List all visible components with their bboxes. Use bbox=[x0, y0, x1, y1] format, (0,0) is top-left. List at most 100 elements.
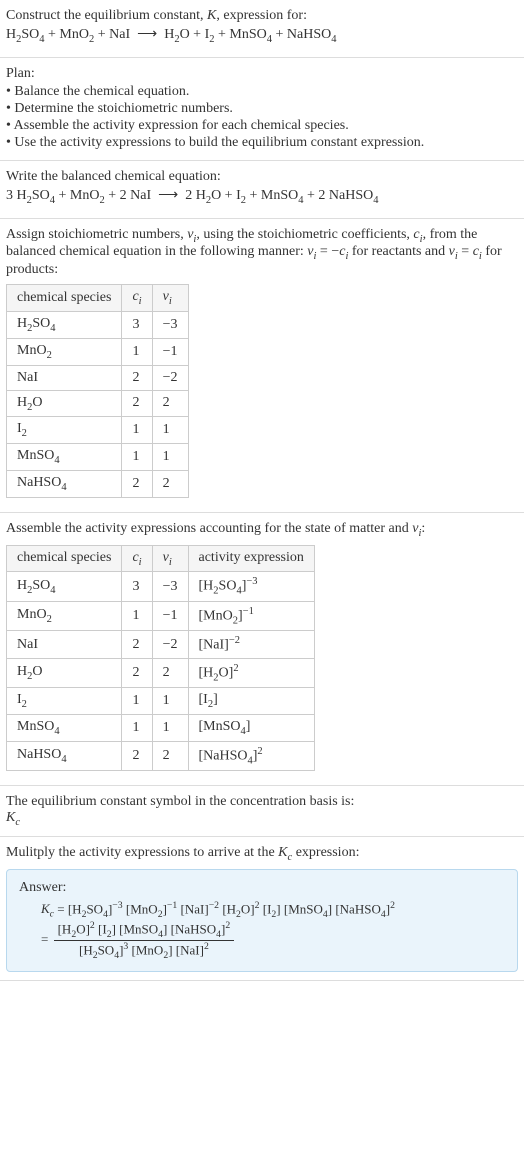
unbalanced-equation: H2SO4 + MnO2 + NaI ⟶ H2O + I2 + MnSO4 + … bbox=[6, 26, 518, 45]
kc-symbol-section: The equilibrium constant symbol in the c… bbox=[0, 786, 524, 837]
cell: 3 bbox=[122, 311, 152, 338]
cell: H2O bbox=[7, 658, 122, 687]
cell: −1 bbox=[152, 601, 188, 630]
cell: 1 bbox=[122, 417, 152, 444]
cell: 1 bbox=[152, 715, 188, 742]
prompt-text: Construct the equilibrium constant, K, e… bbox=[6, 8, 518, 24]
cell: 2 bbox=[122, 631, 152, 659]
stoich-section: Assign stoichiometric numbers, νi, using… bbox=[0, 219, 524, 513]
plan-item: • Assemble the activity expression for e… bbox=[6, 118, 518, 134]
cell: 2 bbox=[122, 741, 152, 770]
col-header: chemical species bbox=[7, 285, 122, 312]
cell: 2 bbox=[152, 741, 188, 770]
cell: 1 bbox=[122, 444, 152, 471]
table-row: I211 bbox=[7, 417, 189, 444]
cell: [MnO2]−1 bbox=[188, 601, 314, 630]
table-row: NaHSO422[NaHSO4]2 bbox=[7, 741, 315, 770]
cell: H2SO4 bbox=[7, 572, 122, 601]
kc-expression-flat: Kc = [H2SO4]−3 [MnO2]−1 [NaI]−2 [H2O]2 [… bbox=[41, 900, 505, 920]
cell: 1 bbox=[152, 444, 188, 471]
cell: 2 bbox=[152, 390, 188, 417]
cell: −2 bbox=[152, 631, 188, 659]
cell: NaHSO4 bbox=[7, 741, 122, 770]
cell: 2 bbox=[152, 470, 188, 497]
table-row: H2O22[H2O]2 bbox=[7, 658, 315, 687]
table-row: H2SO43−3[H2SO4]−3 bbox=[7, 572, 315, 601]
cell: MnSO4 bbox=[7, 444, 122, 471]
cell: 2 bbox=[152, 658, 188, 687]
col-header: νi bbox=[152, 545, 188, 572]
plan-list: • Balance the chemical equation. • Deter… bbox=[6, 84, 518, 151]
cell: MnSO4 bbox=[7, 715, 122, 742]
cell: NaI bbox=[7, 631, 122, 659]
kc-expression-fraction: = [H2O]2 [I2] [MnSO4] [NaHSO4]2 [H2SO4]3… bbox=[41, 920, 505, 961]
cell: 2 bbox=[122, 365, 152, 390]
plan-title: Plan: bbox=[6, 66, 518, 82]
fraction-numerator: [H2O]2 [I2] [MnSO4] [NaHSO4]2 bbox=[54, 920, 235, 941]
balanced-equation: 3 H2SO4 + MnO2 + 2 NaI ⟶ 2 H2O + I2 + Mn… bbox=[6, 187, 518, 206]
cell: [NaI]−2 bbox=[188, 631, 314, 659]
stoich-intro: Assign stoichiometric numbers, νi, using… bbox=[6, 227, 518, 279]
balanced-eq-label: Write the balanced chemical equation: bbox=[6, 169, 518, 185]
fraction-denominator: [H2SO4]3 [MnO2] [NaI]2 bbox=[54, 941, 235, 961]
activity-section: Assemble the activity expressions accoun… bbox=[0, 513, 524, 787]
col-header: activity expression bbox=[188, 545, 314, 572]
cell: [MnSO4] bbox=[188, 715, 314, 742]
table-row: MnSO411 bbox=[7, 444, 189, 471]
stoich-table: chemical species ci νi H2SO43−3 MnO21−1 … bbox=[6, 284, 189, 498]
table-row: NaHSO422 bbox=[7, 470, 189, 497]
prompt-section: Construct the equilibrium constant, K, e… bbox=[0, 0, 524, 58]
col-header: ci bbox=[122, 545, 152, 572]
cell: 1 bbox=[152, 688, 188, 715]
equals-text: = bbox=[41, 931, 52, 946]
table-row: MnSO411[MnSO4] bbox=[7, 715, 315, 742]
fraction: [H2O]2 [I2] [MnSO4] [NaHSO4]2 [H2SO4]3 [… bbox=[54, 920, 235, 961]
activity-table: chemical species ci νi activity expressi… bbox=[6, 545, 315, 772]
cell: 1 bbox=[122, 338, 152, 365]
balanced-eq-section: Write the balanced chemical equation: 3 … bbox=[0, 161, 524, 219]
cell: [H2O]2 bbox=[188, 658, 314, 687]
kc-symbol: Kc bbox=[6, 810, 518, 828]
cell: 3 bbox=[122, 572, 152, 601]
cell: 2 bbox=[122, 470, 152, 497]
col-header: chemical species bbox=[7, 545, 122, 572]
final-intro: Mulitply the activity expressions to arr… bbox=[6, 845, 518, 863]
cell: 2 bbox=[122, 390, 152, 417]
cell: H2SO4 bbox=[7, 311, 122, 338]
cell: 1 bbox=[122, 715, 152, 742]
cell: NaI bbox=[7, 365, 122, 390]
cell: 2 bbox=[122, 658, 152, 687]
cell: [I2] bbox=[188, 688, 314, 715]
table-row: MnO21−1 bbox=[7, 338, 189, 365]
plan-item: • Balance the chemical equation. bbox=[6, 84, 518, 100]
table-row: H2O22 bbox=[7, 390, 189, 417]
cell: [H2SO4]−3 bbox=[188, 572, 314, 601]
table-row: I211[I2] bbox=[7, 688, 315, 715]
cell: −3 bbox=[152, 311, 188, 338]
answer-label: Answer: bbox=[19, 880, 505, 896]
cell: −1 bbox=[152, 338, 188, 365]
plan-section: Plan: • Balance the chemical equation. •… bbox=[0, 58, 524, 161]
cell: 1 bbox=[122, 601, 152, 630]
cell: 1 bbox=[122, 688, 152, 715]
cell: 1 bbox=[152, 417, 188, 444]
table-header-row: chemical species ci νi bbox=[7, 285, 189, 312]
plan-item: • Use the activity expressions to build … bbox=[6, 135, 518, 151]
table-row: H2SO43−3 bbox=[7, 311, 189, 338]
cell: NaHSO4 bbox=[7, 470, 122, 497]
table-row: NaI2−2[NaI]−2 bbox=[7, 631, 315, 659]
cell: I2 bbox=[7, 688, 122, 715]
table-row: NaI2−2 bbox=[7, 365, 189, 390]
activity-intro: Assemble the activity expressions accoun… bbox=[6, 521, 518, 539]
plan-item: • Determine the stoichiometric numbers. bbox=[6, 101, 518, 117]
cell: −2 bbox=[152, 365, 188, 390]
cell: H2O bbox=[7, 390, 122, 417]
table-row: MnO21−1[MnO2]−1 bbox=[7, 601, 315, 630]
cell: −3 bbox=[152, 572, 188, 601]
col-header: ci bbox=[122, 285, 152, 312]
cell: MnO2 bbox=[7, 338, 122, 365]
cell: [NaHSO4]2 bbox=[188, 741, 314, 770]
answer-box: Answer: Kc = [H2SO4]−3 [MnO2]−1 [NaI]−2 … bbox=[6, 869, 518, 972]
table-header-row: chemical species ci νi activity expressi… bbox=[7, 545, 315, 572]
cell: MnO2 bbox=[7, 601, 122, 630]
